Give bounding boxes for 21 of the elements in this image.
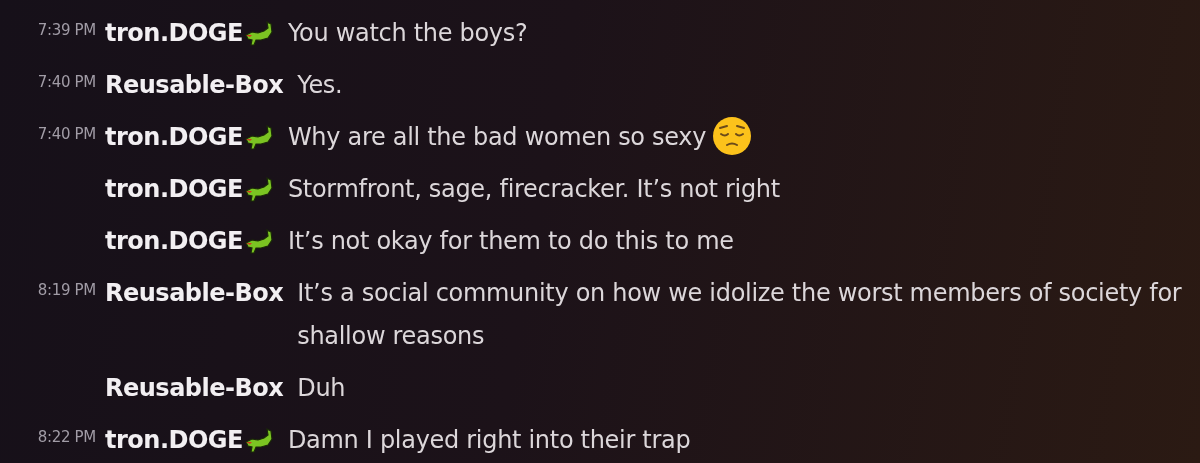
author-name[interactable]: tron.DOGE: [105, 220, 243, 263]
message-timestamp: 7:40 PM: [37, 125, 96, 143]
message-timestamp: 7:40 PM: [37, 73, 96, 91]
message-text: Duh: [297, 373, 347, 404]
author-name[interactable]: tron.DOGE: [105, 12, 243, 55]
message-timestamp: 8:22 PM: [37, 428, 96, 446]
message-text: Why are all the bad women so sexy: [287, 116, 1185, 159]
message-text: Damn I played right into their trap: [287, 425, 692, 456]
author-name[interactable]: Reusable-Box: [105, 272, 284, 315]
message-text: It’s a social community on how we idolize the worst members of society for shallow reasons: [297, 278, 1183, 352]
author-name[interactable]: Reusable-Box: [105, 64, 284, 107]
message-text: Yes.: [297, 70, 344, 101]
message-timestamp: 8:19 PM: [37, 281, 96, 299]
author-name[interactable]: tron.DOGE: [105, 116, 243, 159]
message-text: You watch the boys?: [287, 18, 529, 49]
author-name[interactable]: tron.DOGE: [105, 419, 243, 462]
author-name[interactable]: Reusable-Box: [105, 367, 284, 410]
message-timestamp: 7:39 PM: [37, 21, 96, 39]
message-text: Stormfront, sage, firecracker. It’s not right: [287, 174, 781, 205]
message-text: It’s not okay for them to do this to me: [287, 226, 735, 257]
author-name[interactable]: tron.DOGE: [105, 168, 243, 211]
